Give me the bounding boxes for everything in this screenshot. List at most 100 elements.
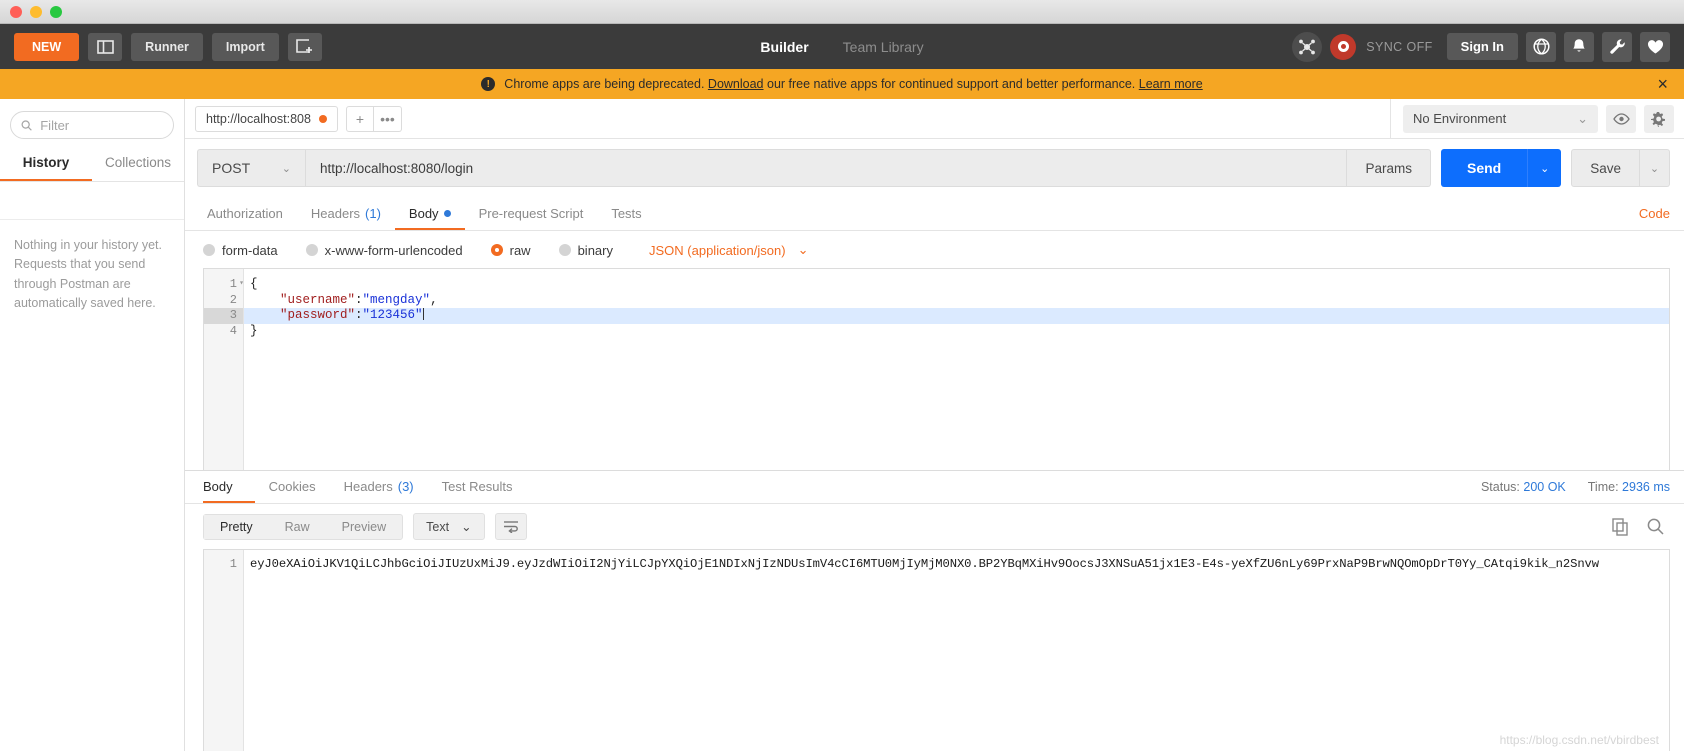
- sidebar-tab-history[interactable]: History: [0, 147, 92, 181]
- panel-layout-icon: [96, 39, 114, 54]
- code-link[interactable]: Code: [1639, 206, 1670, 230]
- json-value: "123456": [362, 308, 423, 322]
- tab-tests[interactable]: Tests: [597, 206, 655, 230]
- save-button[interactable]: Save: [1571, 149, 1640, 187]
- code-token: }: [250, 323, 258, 338]
- params-button[interactable]: Params: [1347, 149, 1431, 187]
- send-button[interactable]: Send: [1440, 149, 1528, 187]
- http-method-selector[interactable]: POST ⌄: [197, 149, 305, 187]
- tab-authorization[interactable]: Authorization: [199, 206, 297, 230]
- window-title-bar: [0, 0, 1684, 24]
- line-number: 1: [229, 557, 237, 571]
- environment-selector[interactable]: No Environment ⌄: [1403, 104, 1598, 133]
- url-input[interactable]: http://localhost:8080/login: [305, 149, 1348, 187]
- response-format-selector[interactable]: Text ⌄: [413, 513, 485, 540]
- word-wrap-icon: [503, 521, 518, 533]
- response-format-label: Text: [426, 519, 450, 534]
- tab-authorization-label: Authorization: [207, 206, 283, 221]
- line-number: 1 ▾: [229, 277, 244, 291]
- tab-builder[interactable]: Builder: [760, 39, 808, 55]
- search-icon: [21, 119, 32, 131]
- time-group: Time: 2936 ms: [1588, 480, 1670, 494]
- notifications-button[interactable]: [1564, 31, 1594, 62]
- status-value: 200 OK: [1523, 480, 1566, 494]
- view-mode-preview[interactable]: Preview: [326, 515, 402, 539]
- editor-code-area[interactable]: { "username":"mengday", "password":"1234…: [244, 269, 1669, 470]
- tab-team-library[interactable]: Team Library: [843, 39, 924, 55]
- tab-headers-label: Headers: [310, 206, 361, 221]
- eye-icon: [1612, 112, 1630, 125]
- sidebar: History Collections Nothing in your hist…: [0, 99, 185, 751]
- environment-selected-label: No Environment: [1413, 111, 1507, 126]
- settings-wrench-button[interactable]: [1602, 31, 1632, 62]
- content-type-label: JSON (application/json): [649, 242, 786, 258]
- filter-input[interactable]: [40, 117, 163, 133]
- word-wrap-button[interactable]: [494, 513, 527, 540]
- environment-settings-button[interactable]: [1644, 104, 1674, 133]
- body-type-raw[interactable]: raw: [490, 243, 531, 258]
- body-type-urlencoded[interactable]: x-www-form-urlencoded: [305, 242, 463, 258]
- request-body-editor[interactable]: 1 ▾ 2 3 4 { "username":"mengday", "passwo…: [203, 268, 1670, 470]
- response-tab-test-results[interactable]: Test Results: [428, 479, 527, 503]
- response-tab-body[interactable]: Body: [203, 479, 255, 503]
- code-token: ,: [430, 292, 438, 307]
- url-bar-row: POST ⌄ http://localhost:8080/login Param…: [185, 139, 1684, 197]
- new-window-icon: [296, 39, 313, 53]
- time-label: Time:: [1587, 480, 1619, 494]
- sync-status-button[interactable]: [1330, 33, 1357, 60]
- fold-arrow-icon[interactable]: ▾: [239, 278, 244, 288]
- runner-button[interactable]: Runner: [131, 32, 203, 61]
- sidebar-filter-wrapper: [0, 99, 184, 147]
- tab-body-label: Body: [408, 206, 439, 221]
- save-options-button[interactable]: ⌄: [1640, 149, 1670, 187]
- banner-close-button[interactable]: ×: [1657, 75, 1668, 93]
- heart-icon: [1647, 39, 1663, 53]
- body-modified-dot-icon: [443, 210, 451, 217]
- request-tab-item[interactable]: http://localhost:808: [195, 105, 338, 132]
- tab-headers[interactable]: Headers (1): [297, 206, 395, 230]
- tab-body[interactable]: Body: [394, 206, 465, 230]
- send-options-button[interactable]: ⌄: [1527, 149, 1562, 187]
- body-type-binary[interactable]: binary: [558, 242, 613, 258]
- code-token: :: [355, 292, 363, 307]
- environment-quick-look-button[interactable]: [1606, 104, 1636, 133]
- copy-icon[interactable]: [1612, 517, 1629, 536]
- sidebar-tab-collections[interactable]: Collections: [92, 147, 184, 181]
- code-line: {: [244, 277, 1669, 293]
- window-close-button[interactable]: [10, 5, 22, 18]
- globe-button[interactable]: [1526, 31, 1556, 62]
- filter-box[interactable]: [10, 111, 174, 139]
- window-minimize-button[interactable]: [30, 5, 42, 18]
- search-icon[interactable]: [1647, 518, 1664, 535]
- body-type-binary-label: binary: [577, 242, 613, 258]
- json-key: "password": [280, 308, 356, 322]
- response-tab-headers[interactable]: Headers (3): [330, 479, 428, 503]
- response-tab-cookies[interactable]: Cookies: [255, 479, 330, 503]
- interceptor-button[interactable]: [1292, 31, 1323, 62]
- response-tab-cookies-label: Cookies: [268, 479, 316, 494]
- banner-learn-more-link[interactable]: Learn more: [1139, 77, 1203, 91]
- favorites-button[interactable]: [1640, 31, 1670, 62]
- banner-download-link[interactable]: Download: [708, 77, 764, 91]
- view-mode-raw[interactable]: Raw: [269, 515, 326, 539]
- new-button[interactable]: NEW: [14, 32, 80, 61]
- status-label: Status:: [1480, 480, 1520, 494]
- sign-in-button[interactable]: Sign In: [1446, 33, 1518, 60]
- import-button[interactable]: Import: [211, 32, 279, 61]
- body-type-form-data[interactable]: form-data: [203, 243, 278, 258]
- sync-icon: [1337, 41, 1349, 52]
- radio-icon: [203, 244, 215, 256]
- sidebar-toggle-button[interactable]: [88, 32, 123, 61]
- response-body-viewer[interactable]: 1 eyJ0eXAiOiJKV1QiLCJhbGciOiJIUzUxMiJ9.e…: [203, 549, 1670, 751]
- content-type-selector[interactable]: JSON (application/json) ⌄: [649, 242, 808, 258]
- sidebar-tabs: History Collections: [0, 147, 184, 182]
- window-maximize-button[interactable]: [50, 5, 62, 18]
- tab-options-button[interactable]: •••: [373, 105, 402, 132]
- chevron-down-icon: ⌄: [281, 162, 291, 175]
- tab-pre-request-script[interactable]: Pre-request Script: [465, 206, 598, 230]
- view-mode-pretty[interactable]: Pretty: [204, 514, 269, 539]
- body-type-row: form-data x-www-form-urlencoded raw bina…: [185, 231, 1684, 268]
- body-type-urlencoded-label: x-www-form-urlencoded: [324, 242, 463, 258]
- add-tab-button[interactable]: +: [345, 105, 374, 132]
- new-window-button[interactable]: [287, 32, 322, 61]
